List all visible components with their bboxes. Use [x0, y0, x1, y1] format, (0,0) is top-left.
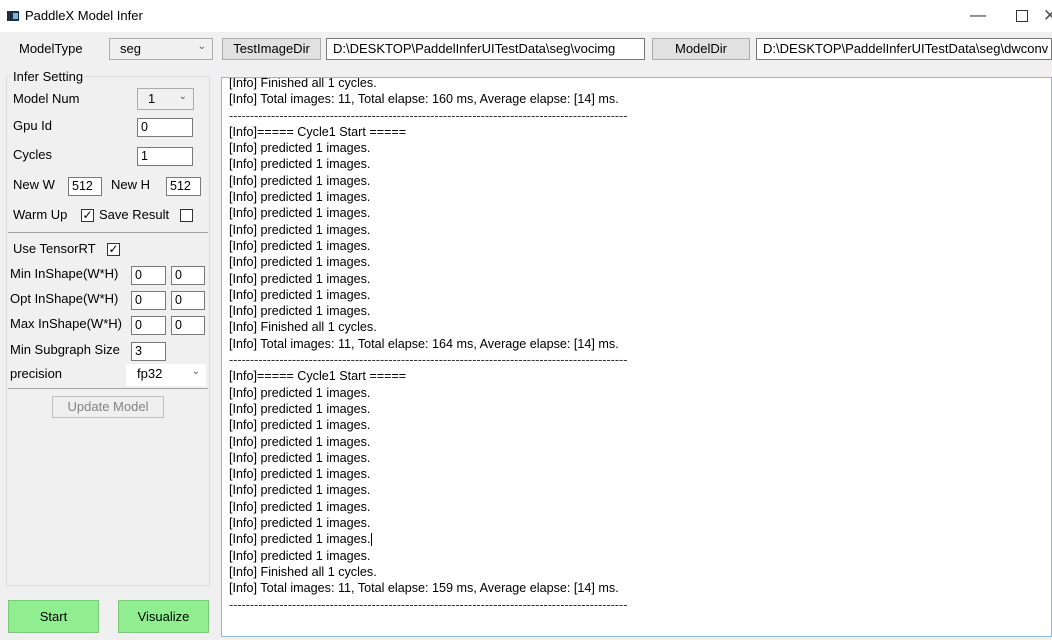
- model-num-value: 1: [148, 91, 156, 106]
- log-line: [Info] Total images: 11, Total elapse: 1…: [229, 336, 619, 351]
- log-line: [Info] predicted 1 images.: [229, 173, 371, 188]
- log-line: [Info] predicted 1 images.: [229, 222, 371, 237]
- log-line: [Info] predicted 1 images.: [229, 483, 371, 498]
- chevron-down-icon: ⌄: [191, 366, 200, 377]
- model-type-value: seg: [120, 41, 141, 56]
- minimize-button[interactable]: —: [956, 4, 1000, 28]
- log-line: [Info] Finished all 1 cycles.: [229, 77, 377, 90]
- new-h-label: New H: [111, 177, 151, 192]
- chevron-down-icon: ⌄: [197, 41, 206, 52]
- infer-setting-title: Infer Setting: [11, 68, 86, 86]
- save-result-label: Save Result: [99, 207, 170, 222]
- title-bar: [0, 0, 1052, 32]
- use-tensorrt-label: Use TensorRT: [13, 241, 96, 256]
- precision-select[interactable]: fp32 ⌄: [126, 364, 206, 386]
- log-line: [Info]===== Cycle1 Start =====: [229, 124, 407, 139]
- use-tensorrt-checkbox[interactable]: ✓: [107, 243, 120, 256]
- log-line: [Info] predicted 1 images.: [229, 190, 371, 205]
- text-caret: [371, 533, 373, 547]
- start-button[interactable]: Start: [8, 600, 99, 633]
- log-line: [Info] predicted 1 images.: [229, 271, 371, 286]
- model-num-label: Model Num: [13, 91, 80, 106]
- cycles-input[interactable]: 1: [137, 147, 193, 166]
- min-subgraph-label: Min Subgraph Size: [10, 342, 120, 357]
- log-line: [Info] Finished all 1 cycles.: [229, 564, 377, 579]
- precision-label: precision: [10, 366, 63, 381]
- model-dir-input[interactable]: D:\DESKTOP\PaddelInferUITestData\seg\dwc…: [756, 38, 1052, 60]
- app-icon: [7, 11, 19, 21]
- gpu-id-input[interactable]: 0: [137, 118, 193, 137]
- divider: [8, 232, 208, 233]
- log-line: [Info] predicted 1 images.: [229, 516, 371, 531]
- log-line: [Info] predicted 1 images.: [229, 385, 371, 400]
- log-line: [Info] predicted 1 images.: [229, 287, 371, 302]
- log-line: [Info] predicted 1 images.: [229, 499, 371, 514]
- gpu-id-label: Gpu Id: [13, 118, 53, 133]
- log-line: [Info] predicted 1 images.: [229, 548, 371, 563]
- log-output[interactable]: [Info] Finished all 1 cycles. [Info] Tota…: [221, 77, 1052, 637]
- divider: [8, 388, 208, 389]
- cycles-label: Cycles: [13, 147, 53, 162]
- opt-inshape-label: Opt InShape(W*H): [10, 291, 119, 306]
- log-line: [Info] predicted 1 images.: [229, 434, 371, 449]
- window-title: PaddleX Model Infer: [25, 8, 143, 23]
- new-w-input[interactable]: 512: [68, 177, 102, 196]
- update-model-button[interactable]: Update Model: [52, 396, 164, 418]
- log-line: [Info] Finished all 1 cycles.: [229, 320, 377, 335]
- log-line: [Info] predicted 1 images.: [229, 418, 371, 433]
- min-inshape-w-input[interactable]: 0: [131, 266, 166, 285]
- log-line: [Info] predicted 1 images.: [229, 467, 371, 482]
- model-type-select[interactable]: seg ⌄: [109, 38, 213, 60]
- min-inshape-h-input[interactable]: 0: [171, 266, 205, 285]
- precision-value: fp32: [137, 366, 163, 381]
- maximize-icon: [1016, 10, 1028, 22]
- chevron-down-icon: ⌄: [178, 91, 187, 102]
- log-line: [Info] predicted 1 images.: [229, 141, 371, 156]
- log-line: [Info] predicted 1 images.: [229, 238, 371, 253]
- opt-inshape-w-input[interactable]: 0: [131, 291, 166, 310]
- min-subgraph-input[interactable]: 3: [131, 342, 166, 361]
- max-inshape-label: Max InShape(W*H): [10, 316, 122, 331]
- warm-up-label: Warm Up: [13, 207, 68, 222]
- test-image-dir-button[interactable]: TestImageDir: [222, 38, 321, 60]
- close-button[interactable]: ✕: [1040, 4, 1052, 28]
- log-line: [Info] predicted 1 images.: [229, 255, 371, 270]
- log-line: [Info] predicted 1 images.: [229, 450, 371, 465]
- log-line: [Info] predicted 1 images.: [229, 304, 371, 319]
- log-line: ----------------------------------------…: [229, 108, 628, 123]
- maximize-button[interactable]: [1000, 4, 1044, 28]
- log-line: [Info] predicted 1 images.: [229, 532, 373, 547]
- min-inshape-label: Min InShape(W*H): [10, 266, 119, 281]
- warm-up-checkbox[interactable]: ✓: [81, 209, 94, 222]
- new-w-label: New W: [13, 177, 55, 192]
- log-line: ----------------------------------------…: [229, 353, 628, 368]
- log-line: [Info] Total images: 11, Total elapse: 1…: [229, 92, 619, 107]
- log-line: [Info]===== Cycle1 Start =====: [229, 369, 407, 384]
- model-num-select[interactable]: 1 ⌄: [137, 88, 194, 110]
- log-line: [Info] predicted 1 images.: [229, 401, 371, 416]
- visualize-button[interactable]: Visualize: [118, 600, 209, 633]
- test-image-dir-input[interactable]: D:\DESKTOP\PaddelInferUITestData\seg\voc…: [326, 38, 645, 60]
- log-line: ----------------------------------------…: [229, 597, 628, 612]
- model-dir-button[interactable]: ModelDir: [652, 38, 750, 60]
- model-type-label: ModelType: [19, 41, 83, 56]
- log-lines: [Info] Finished all 1 cycles. [Info] Tota…: [229, 77, 1051, 613]
- max-inshape-h-input[interactable]: 0: [171, 316, 205, 335]
- log-line: [Info] Total images: 11, Total elapse: 1…: [229, 581, 619, 596]
- log-line: [Info] predicted 1 images.: [229, 157, 371, 172]
- log-line: [Info] predicted 1 images.: [229, 206, 371, 221]
- opt-inshape-h-input[interactable]: 0: [171, 291, 205, 310]
- new-h-input[interactable]: 512: [166, 177, 201, 196]
- max-inshape-w-input[interactable]: 0: [131, 316, 166, 335]
- save-result-checkbox[interactable]: [180, 209, 193, 222]
